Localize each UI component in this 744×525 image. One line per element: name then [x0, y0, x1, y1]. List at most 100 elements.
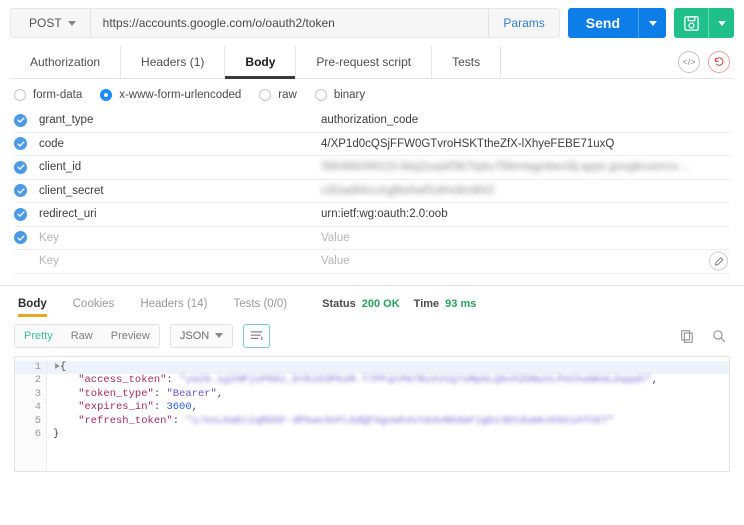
code-line: {	[47, 360, 729, 374]
line-number: 1	[15, 360, 46, 374]
tabs-spacer	[501, 46, 678, 78]
code-token: 3600	[166, 401, 192, 413]
tab-tests[interactable]: Tests	[432, 46, 502, 78]
undo-reset-icon[interactable]	[708, 51, 730, 73]
http-method-select[interactable]: POST	[11, 9, 91, 37]
radio-icon	[259, 89, 272, 101]
view-mode-raw[interactable]: Raw	[62, 325, 102, 347]
line-number: 4	[34, 401, 41, 413]
row-enabled-checkbox[interactable]	[14, 160, 27, 174]
response-toolbar: Pretty Raw Preview JSON	[0, 317, 744, 348]
table-row[interactable]: client_secret v3Dad94cuXgBw5wfGdHv8m8N3	[14, 180, 730, 203]
row-key[interactable]: client_secret	[39, 185, 321, 197]
response-tab-headers[interactable]: Headers (14)	[127, 298, 220, 317]
row-value[interactable]: urn:ietf:wg:oauth:2.0:oob	[321, 208, 730, 220]
row-value[interactable]: authorization_code	[321, 114, 730, 126]
search-icon[interactable]	[708, 325, 730, 347]
url-group: POST https://accounts.google.com/o/oauth…	[10, 8, 560, 38]
view-mode-preview[interactable]: Preview	[102, 325, 159, 347]
chevron-down-icon	[215, 333, 224, 338]
response-format-select[interactable]: JSON	[169, 323, 234, 348]
table-row[interactable]: Key Value	[14, 250, 730, 274]
body-type-label: form-data	[33, 89, 83, 101]
code-line: "refresh_token": "1/esL6aEciqRGSF-dPkwv3…	[47, 415, 729, 429]
time-label: Time	[413, 297, 440, 310]
row-key[interactable]: client_id	[39, 161, 321, 173]
code-token: ,	[191, 401, 198, 413]
response-body-editor[interactable]: 1 2 3 4 5 6 { "access_token": "ya29.igIH…	[14, 355, 730, 472]
body-type-raw[interactable]: raw	[259, 89, 297, 101]
pencil-edit-icon[interactable]	[709, 251, 728, 271]
row-value-placeholder[interactable]: Value	[321, 255, 730, 267]
table-row[interactable]: Key Value	[14, 227, 730, 250]
row-value-placeholder[interactable]: Value	[321, 232, 730, 244]
send-button[interactable]: Send	[567, 8, 638, 38]
row-key[interactable]: redirect_uri	[39, 208, 321, 220]
row-key[interactable]: code	[39, 138, 321, 150]
row-enabled-checkbox[interactable]	[14, 113, 27, 127]
row-key-placeholder[interactable]: Key	[39, 232, 321, 244]
response-json-code[interactable]: { "access_token": "ya29.igIHPjsP89z_bYbi…	[47, 357, 729, 471]
body-type-x-www-form-urlencoded[interactable]: x-www-form-urlencoded	[100, 89, 241, 101]
code-token: "access_token"	[53, 374, 167, 386]
line-number: 5	[34, 414, 41, 427]
response-tab-body[interactable]: Body	[14, 298, 60, 317]
body-type-binary[interactable]: binary	[314, 89, 366, 101]
body-type-label: x-www-form-urlencoded	[119, 89, 242, 101]
code-brackets-icon[interactable]: </>	[678, 51, 700, 73]
response-tab-cookies[interactable]: Cookies	[60, 298, 128, 317]
tab-authorization[interactable]: Authorization	[10, 46, 122, 78]
save-options-button[interactable]	[708, 8, 734, 38]
row-enabled-checkbox-unchecked[interactable]	[14, 255, 27, 268]
radio-icon	[14, 89, 26, 101]
code-token: "token_type"	[53, 387, 154, 400]
send-options-button[interactable]	[638, 8, 666, 38]
code-token: {	[60, 360, 67, 373]
code-token: "refresh_token"	[53, 414, 173, 427]
code-token: "Bearer"	[166, 387, 217, 400]
line-number: 3	[34, 387, 41, 400]
tab-body[interactable]: Body	[225, 46, 297, 79]
tab-pre-request-script[interactable]: Pre-request script	[296, 46, 433, 78]
chevron-down-icon	[67, 20, 76, 26]
url-bar: POST https://accounts.google.com/o/oauth…	[0, 0, 744, 46]
response-tabs: Body Cookies Headers (14) Tests (0/0) St…	[0, 286, 744, 317]
code-token: }	[53, 428, 60, 440]
table-row[interactable]: redirect_uri urn:ietf:wg:oauth:2.0:oob	[14, 203, 730, 227]
save-button[interactable]	[674, 8, 708, 38]
postman-request-window: POST https://accounts.google.com/o/oauth…	[0, 0, 744, 525]
body-type-form-data[interactable]: form-data	[14, 89, 82, 101]
body-type-label: binary	[333, 89, 366, 101]
request-tab-icons: </>	[678, 46, 734, 78]
tab-headers[interactable]: Headers (1)	[121, 46, 226, 78]
row-enabled-checkbox[interactable]	[14, 137, 27, 151]
time-value: 93 ms	[445, 297, 477, 310]
line-number-gutter: 1 2 3 4 5 6	[15, 356, 47, 471]
row-value-redacted[interactable]: 390486349115-bkq2uvpkf3b7iq4u7t5kmiqgnbe…	[321, 161, 730, 173]
row-enabled-checkbox[interactable]	[14, 207, 27, 221]
request-url-input[interactable]: https://accounts.google.com/o/oauth2/tok…	[91, 9, 489, 37]
chevron-down-icon	[717, 20, 726, 26]
code-token: :	[153, 387, 167, 400]
copy-icon[interactable]	[676, 325, 698, 347]
wrap-lines-icon[interactable]	[243, 323, 271, 348]
table-row[interactable]: code 4/XP1d0cQSjFFW0GTvroHSKTtheZfX-lXhy…	[14, 133, 730, 156]
code-token: :	[172, 414, 186, 427]
view-mode-pretty[interactable]: Pretty	[15, 325, 62, 347]
code-token: ,	[216, 387, 224, 400]
http-method-label: POST	[29, 16, 62, 30]
table-row[interactable]: client_id 390486349115-bkq2uvpkf3b7iq4u7…	[14, 156, 730, 180]
code-token: "ya29.igIHPjsP89z_bYbi93PkeM.T7PFqtPm7Bs…	[179, 374, 652, 386]
row-enabled-checkbox[interactable]	[14, 231, 27, 245]
code-token: :	[153, 401, 167, 413]
table-row[interactable]: grant_type authorization_code	[14, 109, 730, 133]
response-tab-tests[interactable]: Tests (0/0)	[220, 298, 300, 317]
params-button[interactable]: Params	[488, 9, 558, 37]
row-value[interactable]: 4/XP1d0cQSjFFW0GTvroHSKTtheZfX-lXhyeFEBE…	[321, 138, 730, 150]
row-enabled-checkbox[interactable]	[14, 184, 27, 198]
row-key-placeholder[interactable]: Key	[39, 255, 321, 267]
row-value-redacted[interactable]: v3Dad94cuXgBw5wfGdHv8m8N3	[321, 185, 730, 197]
row-key[interactable]: grant_type	[39, 114, 321, 126]
code-token: "1/esL6aEciqRGSF-dPkwv3nFLGdQFAgvwh4vtm3…	[185, 414, 614, 427]
code-token: :	[166, 374, 180, 386]
